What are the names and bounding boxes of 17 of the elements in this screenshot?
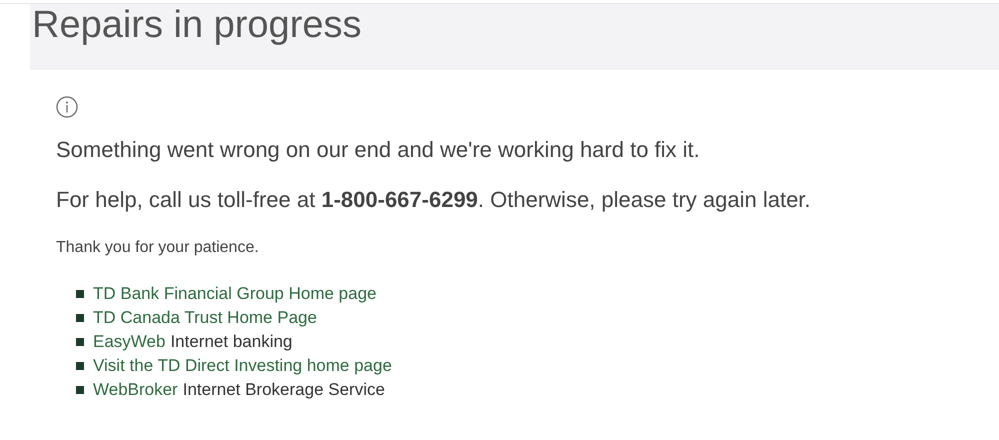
bullet-icon [76, 362, 84, 370]
link[interactable]: Visit the TD Direct Investing home page [93, 353, 392, 379]
bullet-icon [76, 386, 84, 394]
message-text: Something went wrong on our end and we're working hard to fix it. [56, 136, 701, 164]
info-icon [56, 96, 78, 118]
message-text: For help, call us toll-free at 1-800-667-6299. Otherwise, please try again later. [56, 186, 812, 214]
page-title: Repairs in progress [31, 4, 362, 46]
bullet-icon [76, 338, 84, 346]
link[interactable]: TD Bank Financial Group Home page [93, 281, 376, 307]
link[interactable]: TD Canada Trust Home Page [93, 305, 317, 331]
link[interactable]: WebBroker [93, 377, 178, 403]
thanks-text: Thank you for your patience. [56, 238, 260, 258]
bullet-icon [76, 290, 84, 298]
bullet-icon [76, 314, 84, 322]
link[interactable]: EasyWeb [93, 329, 166, 355]
link-description: Internet banking [170, 331, 292, 354]
link-description: Internet Brokerage Service [182, 379, 385, 402]
